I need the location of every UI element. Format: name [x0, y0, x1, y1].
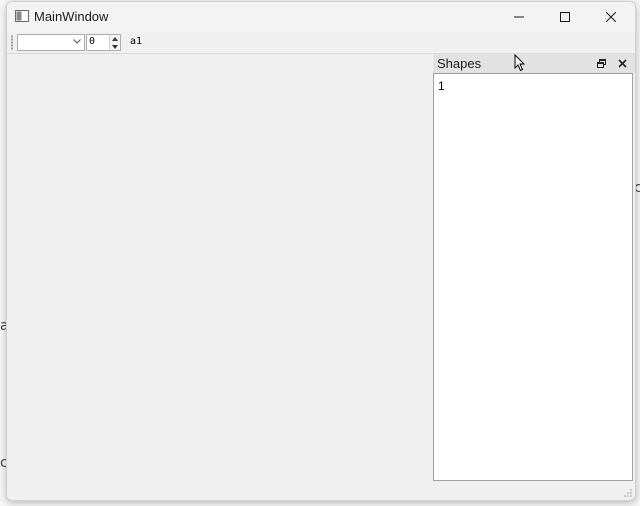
central-widget: [7, 54, 433, 500]
triangle-up-icon: [112, 36, 118, 41]
desktop: a c c MainWindow 0 a1 Shapes 1: [0, 0, 640, 506]
dock-title-bar[interactable]: Shapes: [433, 54, 635, 73]
close-icon[interactable]: [617, 58, 628, 69]
shapes-dock: Shapes 1: [433, 54, 635, 482]
toolbar: 0 a1: [7, 32, 635, 54]
shapes-list[interactable]: 1: [433, 73, 633, 481]
combo-box[interactable]: [17, 34, 85, 51]
chevron-down-icon: [73, 39, 81, 44]
spin-up-button[interactable]: [110, 35, 120, 42]
restore-icon[interactable]: [596, 58, 607, 69]
app-window-icon: [15, 10, 29, 22]
spin-box[interactable]: 0: [86, 34, 121, 51]
window-title: MainWindow: [34, 9, 109, 24]
mouse-cursor-icon: [514, 54, 526, 72]
toolbar-grip[interactable]: [11, 35, 13, 50]
title-bar[interactable]: MainWindow: [7, 2, 635, 32]
toolbar-label: a1: [130, 36, 143, 47]
close-button[interactable]: [588, 2, 634, 32]
list-item[interactable]: 1: [438, 79, 445, 93]
main-window: MainWindow 0 a1 Shapes 1: [6, 1, 636, 501]
minimize-icon: [514, 16, 524, 18]
triangle-down-icon: [112, 44, 118, 49]
size-grip-icon[interactable]: [624, 489, 632, 497]
minimize-button[interactable]: [496, 2, 542, 32]
spin-down-button[interactable]: [110, 43, 120, 50]
close-icon: [606, 12, 616, 22]
maximize-icon: [560, 12, 570, 22]
dock-title: Shapes: [437, 56, 482, 71]
spin-value: 0: [89, 36, 96, 47]
spin-buttons: [109, 35, 120, 50]
maximize-button[interactable]: [542, 2, 588, 32]
